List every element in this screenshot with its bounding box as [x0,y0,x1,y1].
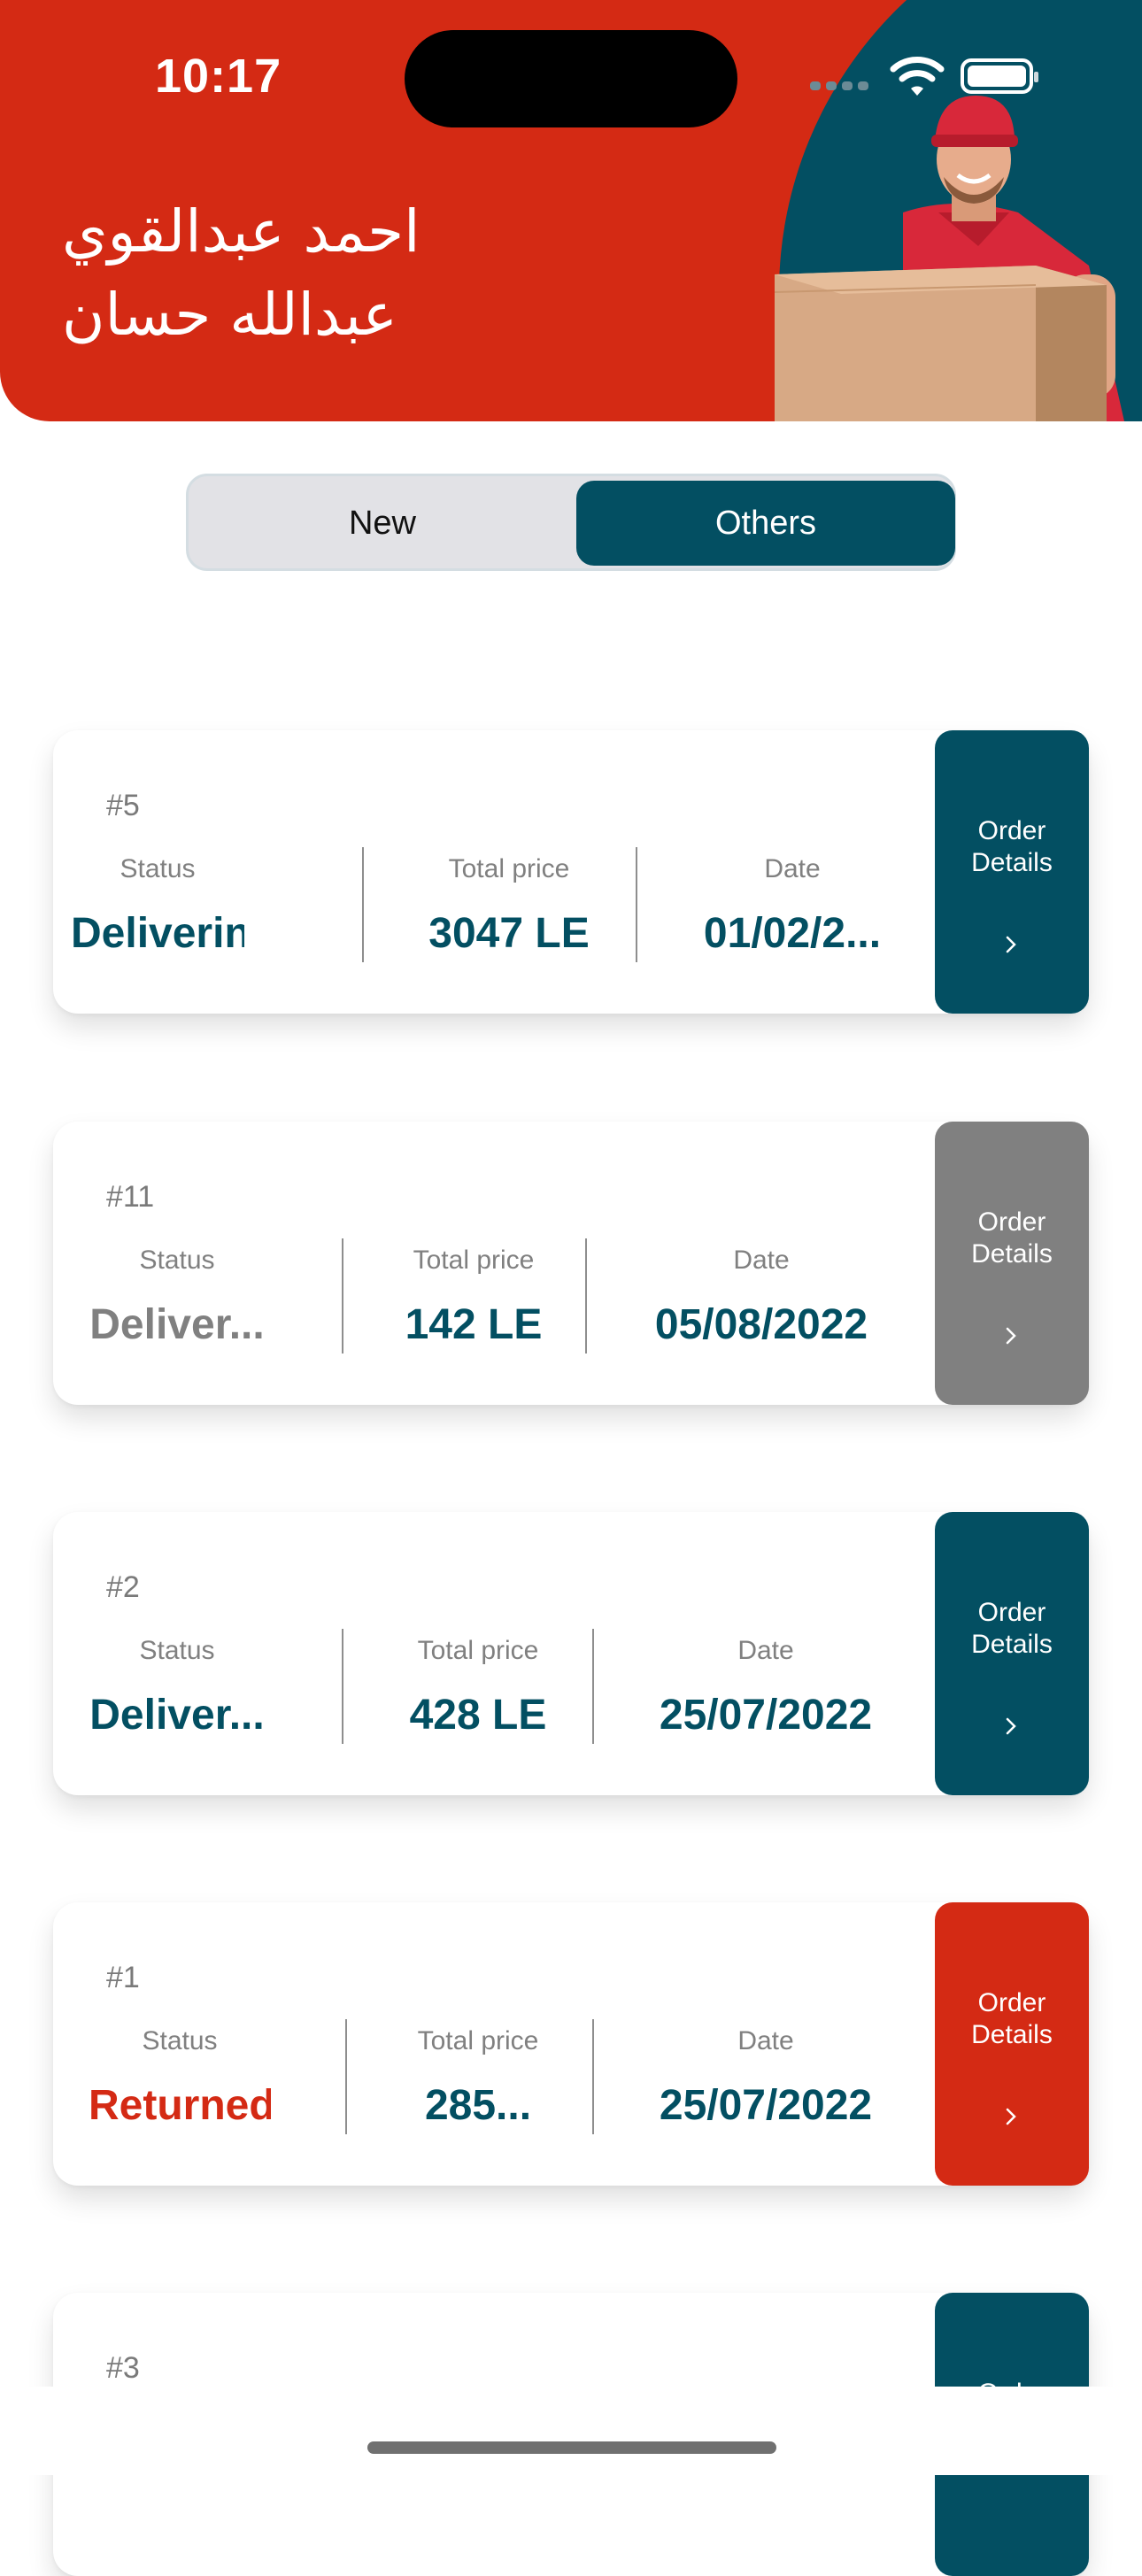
order-details-label-line2: Details [971,2020,1053,2049]
order-details-label-line2: Details [971,848,1053,877]
home-indicator[interactable] [367,2441,776,2454]
order-details-label-line2: Details [971,1239,1053,1269]
tab-others[interactable]: Others [576,481,955,566]
bottom-safe-area [0,2387,1142,2475]
date-column: Date 05/08/2022 [611,1246,912,1361]
courier-illustration [774,96,1124,421]
date-value: 25/07/2022 [659,2082,873,2129]
column-divider [592,1629,594,1744]
order-details-label-line1: Order [977,1988,1046,2017]
column-divider [342,1238,343,1354]
price-label: Total price [417,2026,539,2055]
status-column: Status Deliver... [89,1246,266,1361]
order-number: #2 [106,1570,140,1604]
order-card[interactable]: #5 Status Delivering Total price 3047 LE… [53,730,1089,1014]
user-name-line1: احمد عبدالقوي [62,197,421,266]
order-number: #3 [106,2351,140,2385]
price-label: Total price [448,854,570,883]
chevron-right-icon [1006,2108,1016,2125]
status-label: Status [142,2026,218,2055]
date-value: 05/08/2022 [654,1301,868,1348]
column-divider [342,1629,343,1744]
status-label: Status [120,854,196,883]
status-label: Status [139,1636,215,1665]
status-column: Status Deliver... [89,1636,266,1751]
status-column: Status Returned [89,2026,271,2141]
order-details-button[interactable]: Order Details [935,730,1089,1014]
order-number: #1 [106,1961,140,1994]
date-label: Date [737,2026,794,2055]
order-details-label-line1: Order [977,1598,1046,1627]
tab-new[interactable]: New [193,481,572,566]
chevron-right-icon [1006,1717,1016,1735]
price-column: Total price 142 LE [363,1246,584,1361]
order-details-button[interactable]: Order Details [935,1512,1089,1795]
price-value: 3047 LE [428,910,590,957]
price-label: Total price [413,1246,535,1275]
status-column: Status Delivering [71,854,244,969]
column-divider [592,2019,594,2134]
dynamic-island [405,30,737,127]
price-value: 142 LE [405,1301,543,1348]
status-time: 10:17 [155,50,282,103]
chevron-right-icon [1006,1327,1016,1345]
status-label: Status [139,1246,215,1275]
date-label: Date [737,1636,794,1665]
date-column: Date 25/07/2022 [615,1636,916,1751]
date-value: 01/02/2... [703,910,882,957]
user-name-line2: عبدالله حسان [62,281,397,349]
order-details-label-line1: Order [977,816,1046,845]
price-column: Total price 3047 LE [381,854,637,969]
date-column: Date 25/07/2022 [615,2026,916,2141]
order-card[interactable]: #11 Status Deliver... Total price 142 LE… [53,1122,1089,1405]
price-value: 428 LE [409,1692,547,1739]
status-value: Deliver... [89,1301,265,1348]
date-label: Date [764,854,821,883]
price-label: Total price [417,1636,539,1665]
status-value: Returned [89,2082,271,2129]
order-details-label-line1: Order [977,1207,1046,1237]
order-number: #11 [106,1180,155,1214]
order-number: #5 [106,789,140,822]
date-label: Date [733,1246,790,1275]
price-column: Total price 428 LE [363,1636,593,1751]
price-column: Total price 285... [367,2026,589,2141]
chevron-right-icon [1006,936,1016,953]
order-details-button[interactable]: Order Details [935,1122,1089,1405]
price-value: 285... [424,2082,532,2129]
order-details-button[interactable]: Order Details [935,1902,1089,2186]
column-divider [636,847,637,962]
status-value: Delivering [71,910,244,957]
profile-header: 10:17 احمد عبدالقوي عبدالله حسان [0,0,1142,421]
order-filter-tabs: New Others [186,474,956,571]
order-card[interactable]: #1 Status Returned Total price 285... Da… [53,1902,1089,2186]
column-divider [585,1238,587,1354]
column-divider [362,847,364,962]
status-value: Deliver... [89,1692,265,1739]
user-name: احمد عبدالقوي عبدالله حسان [62,190,522,357]
order-details-label-line2: Details [971,1630,1053,1659]
date-column: Date 01/02/2... [655,854,930,969]
column-divider [345,2019,347,2134]
order-card[interactable]: #2 Status Deliver... Total price 428 LE … [53,1512,1089,1795]
date-value: 25/07/2022 [659,1692,873,1739]
